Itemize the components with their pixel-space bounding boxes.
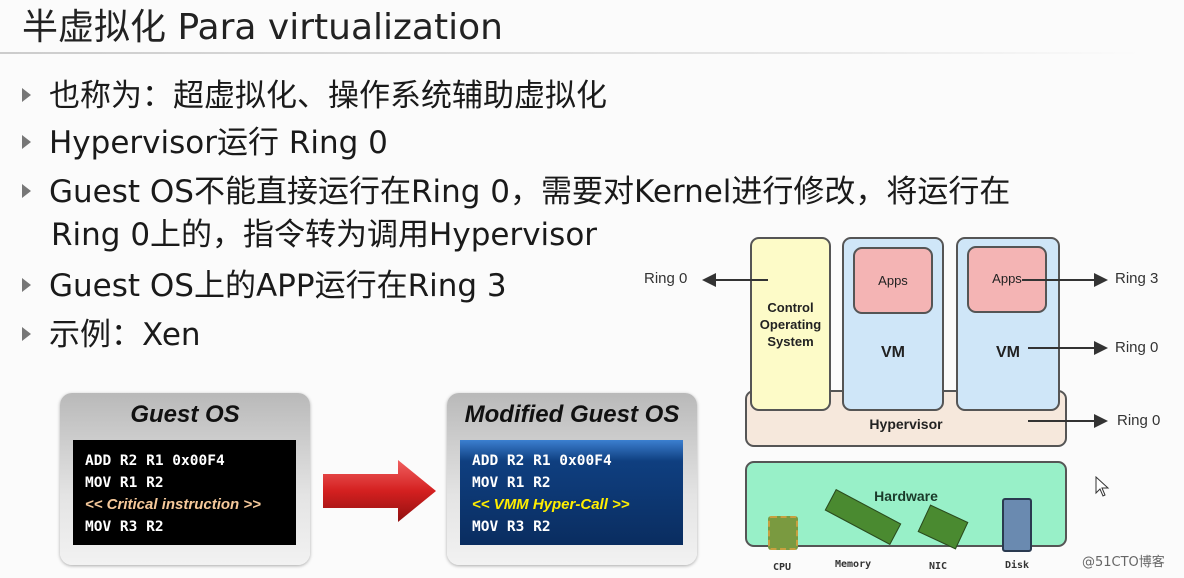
vm-label: VM (881, 344, 905, 361)
bullet-text: Guest OS不能直接运行在Ring 0，需要对Kernel进行修改，将运行在 (49, 174, 1011, 210)
hypervisor-label: Hypervisor (869, 416, 943, 432)
arrow-right-icon (1028, 342, 1108, 353)
ring-label: Ring 0 (1117, 412, 1161, 429)
disk-icon (1002, 498, 1032, 552)
nic-label: NIC (929, 561, 948, 572)
bullet-item: 也称为：超虚拟化、操作系统辅助虚拟化 (22, 70, 607, 115)
control-os-label: Control Operating System (759, 300, 822, 349)
code-line: MOV R1 R2 (85, 475, 164, 491)
code-line: MOV R3 R2 (85, 519, 164, 535)
watermark: @51CTO博客 (1082, 555, 1165, 570)
ring-label: Ring 0 (644, 270, 688, 287)
control-os-box: Control Operating System (750, 237, 831, 411)
code-line: ADD R2 R1 0x00F4 (472, 453, 612, 469)
modified-guest-os-title: Modified Guest OS (464, 401, 680, 428)
bullet-icon (22, 326, 31, 341)
bullet-text: 也称为：超虚拟化、操作系统辅助虚拟化 (49, 78, 607, 114)
apps-label: Apps (878, 273, 908, 288)
apps-label: Apps (992, 271, 1022, 286)
bullet-item: Guest OS不能直接运行在Ring 0，需要对Kernel进行修改，将运行在 (22, 166, 1010, 211)
bullet-icon (22, 87, 31, 102)
bullet-text: Hypervisor运行 Ring 0 (49, 125, 388, 161)
mouse-cursor-icon (1095, 476, 1110, 497)
title-divider (0, 52, 1140, 54)
arrow-left-icon (702, 274, 768, 285)
modified-guest-os-code: ADD R2 R1 0x00F4 MOV R1 R2 << VMM Hyper-… (460, 440, 683, 545)
cpu-icon (768, 516, 798, 550)
bullet-icon (22, 134, 31, 149)
bullet-text: 示例：Xen (49, 317, 201, 353)
bullet-item: 示例：Xen (22, 309, 201, 354)
bullet-icon (22, 277, 31, 292)
guest-os-title: Guest OS (130, 401, 240, 428)
vm-box: Apps VM (842, 237, 944, 411)
modified-guest-os-panel: Modified Guest OS ADD R2 R1 0x00F4 MOV R… (447, 393, 697, 565)
bullet-item: Hypervisor运行 Ring 0 (22, 117, 388, 162)
arrow-right-icon (1028, 415, 1108, 426)
bullet-icon (22, 183, 31, 198)
hypercall-instruction: << VMM Hyper-Call >> (472, 496, 630, 513)
guest-os-code: ADD R2 R1 0x00F4 MOV R1 R2 << Critical i… (73, 440, 296, 545)
ring-label: Ring 3 (1115, 270, 1159, 287)
vm-box: Apps VM (956, 237, 1060, 411)
red-arrow-icon (323, 460, 436, 522)
arrow-right-icon (1022, 274, 1108, 285)
guest-os-panel: Guest OS ADD R2 R1 0x00F4 MOV R1 R2 << C… (60, 393, 310, 565)
bullet-continuation: Ring 0上的，指令转为调用Hypervisor (51, 217, 598, 253)
cpu-label: CPU (773, 562, 792, 573)
slide-title: 半虚拟化 Para virtualization (22, 7, 503, 48)
critical-instruction: << Critical instruction >> (85, 496, 261, 513)
ring-label: Ring 0 (1115, 339, 1159, 356)
code-line: MOV R1 R2 (472, 475, 551, 491)
apps-box: Apps (853, 247, 933, 314)
bullet-text: Guest OS上的APP运行在Ring 3 (49, 268, 507, 304)
code-line: MOV R3 R2 (472, 519, 551, 535)
memory-label: Memory (835, 559, 872, 570)
bullet-item: Guest OS上的APP运行在Ring 3 (22, 260, 507, 305)
disk-label: Disk (1005, 560, 1030, 571)
code-line: ADD R2 R1 0x00F4 (85, 453, 225, 469)
